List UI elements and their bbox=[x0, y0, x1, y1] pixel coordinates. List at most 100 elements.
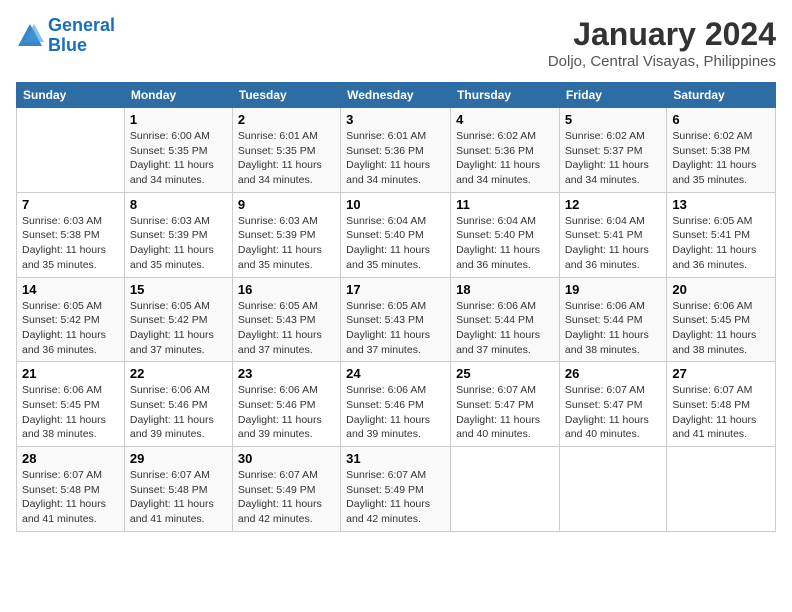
day-cell: 20 Sunrise: 6:06 AMSunset: 5:45 PMDayligh… bbox=[667, 277, 776, 362]
day-number: 19 bbox=[565, 282, 661, 297]
day-number: 29 bbox=[130, 451, 227, 466]
day-cell: 5 Sunrise: 6:02 AMSunset: 5:37 PMDaylight… bbox=[559, 108, 666, 193]
day-number: 10 bbox=[346, 197, 445, 212]
page-header: General Blue January 2024 Doljo, Central… bbox=[16, 16, 776, 70]
header-cell-sunday: Sunday bbox=[17, 83, 125, 108]
day-info: Sunrise: 6:05 AMSunset: 5:42 PMDaylight:… bbox=[130, 299, 227, 358]
logo-icon bbox=[16, 22, 44, 50]
day-cell: 28 Sunrise: 6:07 AMSunset: 5:48 PMDayligh… bbox=[17, 447, 125, 532]
day-cell: 10Sunrise: 6:04 AMSunset: 5:40 PMDayligh… bbox=[341, 192, 451, 277]
day-cell: 23 Sunrise: 6:06 AMSunset: 5:46 PMDayligh… bbox=[232, 362, 340, 447]
day-cell bbox=[559, 447, 666, 532]
day-number: 6 bbox=[672, 112, 770, 127]
day-info: Sunrise: 6:06 AMSunset: 5:46 PMDaylight:… bbox=[238, 383, 335, 442]
day-cell bbox=[667, 447, 776, 532]
calendar-title: January 2024 bbox=[548, 16, 776, 53]
day-info: Sunrise: 6:05 AMSunset: 5:43 PMDaylight:… bbox=[238, 299, 335, 358]
header-cell-tuesday: Tuesday bbox=[232, 83, 340, 108]
header-cell-friday: Friday bbox=[559, 83, 666, 108]
day-info: Sunrise: 6:07 AMSunset: 5:49 PMDaylight:… bbox=[238, 468, 335, 527]
header-cell-monday: Monday bbox=[124, 83, 232, 108]
day-info: Sunrise: 6:07 AMSunset: 5:47 PMDaylight:… bbox=[456, 383, 554, 442]
day-cell: 24Sunrise: 6:06 AMSunset: 5:46 PMDayligh… bbox=[341, 362, 451, 447]
day-cell: 27 Sunrise: 6:07 AMSunset: 5:48 PMDayligh… bbox=[667, 362, 776, 447]
day-number: 26 bbox=[565, 366, 661, 381]
day-number: 31 bbox=[346, 451, 445, 466]
day-info: Sunrise: 6:01 AMSunset: 5:36 PMDaylight:… bbox=[346, 129, 445, 188]
day-cell: 16 Sunrise: 6:05 AMSunset: 5:43 PMDayligh… bbox=[232, 277, 340, 362]
day-cell: 1 Sunrise: 6:00 AMSunset: 5:35 PMDaylight… bbox=[124, 108, 232, 193]
day-cell: 18Sunrise: 6:06 AMSunset: 5:44 PMDayligh… bbox=[451, 277, 560, 362]
day-info: Sunrise: 6:02 AMSunset: 5:38 PMDaylight:… bbox=[672, 129, 770, 188]
week-row-3: 14Sunrise: 6:05 AMSunset: 5:42 PMDayligh… bbox=[17, 277, 776, 362]
day-number: 13 bbox=[672, 197, 770, 212]
day-cell: 21Sunrise: 6:06 AMSunset: 5:45 PMDayligh… bbox=[17, 362, 125, 447]
day-cell: 22Sunrise: 6:06 AMSunset: 5:46 PMDayligh… bbox=[124, 362, 232, 447]
day-cell: 25 Sunrise: 6:07 AMSunset: 5:47 PMDayligh… bbox=[451, 362, 560, 447]
day-info: Sunrise: 6:03 AMSunset: 5:38 PMDaylight:… bbox=[22, 214, 119, 273]
day-cell: 31 Sunrise: 6:07 AMSunset: 5:49 PMDayligh… bbox=[341, 447, 451, 532]
day-number: 3 bbox=[346, 112, 445, 127]
day-number: 23 bbox=[238, 366, 335, 381]
day-info: Sunrise: 6:07 AMSunset: 5:48 PMDaylight:… bbox=[130, 468, 227, 527]
day-cell: 8Sunrise: 6:03 AMSunset: 5:39 PMDaylight… bbox=[124, 192, 232, 277]
day-number: 11 bbox=[456, 197, 554, 212]
header-cell-saturday: Saturday bbox=[667, 83, 776, 108]
day-info: Sunrise: 6:03 AMSunset: 5:39 PMDaylight:… bbox=[238, 214, 335, 273]
day-number: 25 bbox=[456, 366, 554, 381]
day-number: 9 bbox=[238, 197, 335, 212]
header-cell-wednesday: Wednesday bbox=[341, 83, 451, 108]
logo-line1: General bbox=[48, 15, 115, 35]
day-cell bbox=[17, 108, 125, 193]
day-info: Sunrise: 6:06 AMSunset: 5:44 PMDaylight:… bbox=[565, 299, 661, 358]
day-info: Sunrise: 6:04 AMSunset: 5:41 PMDaylight:… bbox=[565, 214, 661, 273]
day-cell: 6 Sunrise: 6:02 AMSunset: 5:38 PMDaylight… bbox=[667, 108, 776, 193]
day-number: 7 bbox=[22, 197, 119, 212]
day-info: Sunrise: 6:07 AMSunset: 5:48 PMDaylight:… bbox=[22, 468, 119, 527]
title-block: January 2024 Doljo, Central Visayas, Phi… bbox=[548, 16, 776, 70]
calendar-subtitle: Doljo, Central Visayas, Philippines bbox=[548, 53, 776, 70]
day-info: Sunrise: 6:07 AMSunset: 5:48 PMDaylight:… bbox=[672, 383, 770, 442]
day-number: 16 bbox=[238, 282, 335, 297]
day-cell: 17 Sunrise: 6:05 AMSunset: 5:43 PMDayligh… bbox=[341, 277, 451, 362]
day-info: Sunrise: 6:05 AMSunset: 5:43 PMDaylight:… bbox=[346, 299, 445, 358]
day-info: Sunrise: 6:06 AMSunset: 5:45 PMDaylight:… bbox=[22, 383, 119, 442]
day-number: 5 bbox=[565, 112, 661, 127]
day-cell: 13Sunrise: 6:05 AMSunset: 5:41 PMDayligh… bbox=[667, 192, 776, 277]
header-cell-thursday: Thursday bbox=[451, 83, 560, 108]
day-info: Sunrise: 6:02 AMSunset: 5:36 PMDaylight:… bbox=[456, 129, 554, 188]
calendar-table: SundayMondayTuesdayWednesdayThursdayFrid… bbox=[16, 82, 776, 532]
day-number: 24 bbox=[346, 366, 445, 381]
day-cell: 30 Sunrise: 6:07 AMSunset: 5:49 PMDayligh… bbox=[232, 447, 340, 532]
day-cell: 26 Sunrise: 6:07 AMSunset: 5:47 PMDayligh… bbox=[559, 362, 666, 447]
day-cell: 15 Sunrise: 6:05 AMSunset: 5:42 PMDayligh… bbox=[124, 277, 232, 362]
day-info: Sunrise: 6:04 AMSunset: 5:40 PMDaylight:… bbox=[456, 214, 554, 273]
day-number: 30 bbox=[238, 451, 335, 466]
day-cell: 12Sunrise: 6:04 AMSunset: 5:41 PMDayligh… bbox=[559, 192, 666, 277]
day-number: 2 bbox=[238, 112, 335, 127]
day-info: Sunrise: 6:05 AMSunset: 5:42 PMDaylight:… bbox=[22, 299, 119, 358]
day-info: Sunrise: 6:07 AMSunset: 5:47 PMDaylight:… bbox=[565, 383, 661, 442]
day-cell: 3 Sunrise: 6:01 AMSunset: 5:36 PMDaylight… bbox=[341, 108, 451, 193]
day-number: 27 bbox=[672, 366, 770, 381]
logo-text: General Blue bbox=[48, 16, 115, 56]
week-row-1: 1 Sunrise: 6:00 AMSunset: 5:35 PMDaylight… bbox=[17, 108, 776, 193]
day-number: 20 bbox=[672, 282, 770, 297]
day-info: Sunrise: 6:02 AMSunset: 5:37 PMDaylight:… bbox=[565, 129, 661, 188]
day-cell: 7 Sunrise: 6:03 AMSunset: 5:38 PMDaylight… bbox=[17, 192, 125, 277]
day-info: Sunrise: 6:07 AMSunset: 5:49 PMDaylight:… bbox=[346, 468, 445, 527]
day-number: 28 bbox=[22, 451, 119, 466]
day-cell: 14Sunrise: 6:05 AMSunset: 5:42 PMDayligh… bbox=[17, 277, 125, 362]
day-info: Sunrise: 6:01 AMSunset: 5:35 PMDaylight:… bbox=[238, 129, 335, 188]
day-number: 18 bbox=[456, 282, 554, 297]
day-info: Sunrise: 6:00 AMSunset: 5:35 PMDaylight:… bbox=[130, 129, 227, 188]
day-number: 17 bbox=[346, 282, 445, 297]
day-cell bbox=[451, 447, 560, 532]
logo-line2: Blue bbox=[48, 35, 87, 55]
day-info: Sunrise: 6:06 AMSunset: 5:45 PMDaylight:… bbox=[672, 299, 770, 358]
day-number: 1 bbox=[130, 112, 227, 127]
day-cell: 2 Sunrise: 6:01 AMSunset: 5:35 PMDaylight… bbox=[232, 108, 340, 193]
day-cell: 19 Sunrise: 6:06 AMSunset: 5:44 PMDayligh… bbox=[559, 277, 666, 362]
day-number: 15 bbox=[130, 282, 227, 297]
day-number: 4 bbox=[456, 112, 554, 127]
